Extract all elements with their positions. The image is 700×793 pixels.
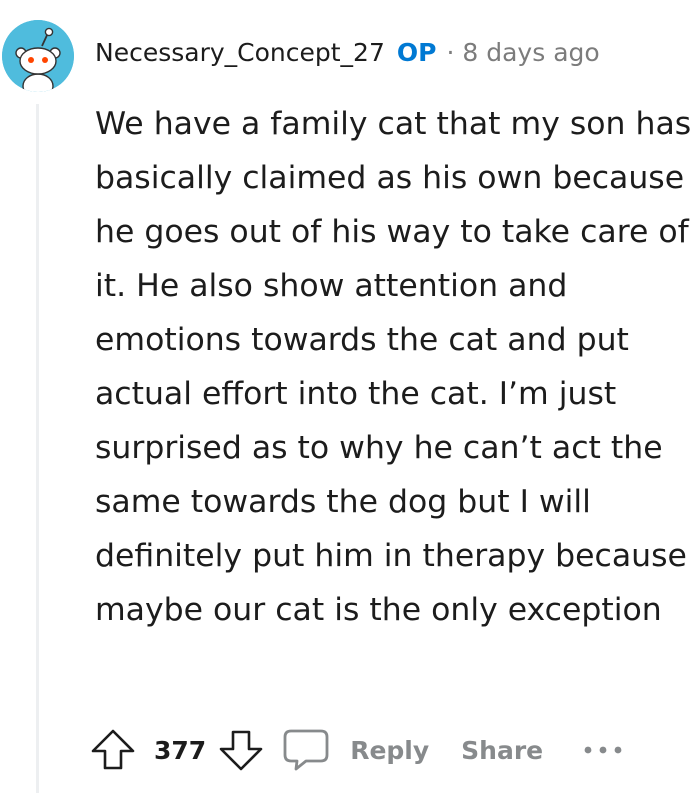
comment-timestamp[interactable]: 8 days ago <box>462 38 599 67</box>
meta-separator: · <box>446 37 455 67</box>
share-button[interactable]: Share <box>461 736 543 765</box>
comment: Necessary_Concept_27 OP · 8 days ago We … <box>0 0 700 793</box>
comment-meta: Necessary_Concept_27 OP · 8 days ago <box>95 30 600 74</box>
op-badge: OP <box>396 37 437 67</box>
more-options-icon[interactable] <box>581 740 625 760</box>
comment-actions: 377 Reply Share <box>90 722 625 778</box>
author-username[interactable]: Necessary_Concept_27 <box>95 38 385 67</box>
reply-label: Reply <box>350 735 430 765</box>
downvote-arrow-icon[interactable] <box>218 727 264 773</box>
upvote-arrow-icon[interactable] <box>90 727 136 773</box>
vote-count: 377 <box>154 735 207 765</box>
speech-bubble-icon <box>282 727 330 773</box>
snoo-avatar-icon <box>2 20 74 92</box>
thread-line[interactable] <box>36 104 39 793</box>
user-avatar[interactable] <box>2 20 74 92</box>
reply-button[interactable]: Reply <box>282 727 429 773</box>
comment-body: We have a family cat that my son has bas… <box>95 106 692 628</box>
